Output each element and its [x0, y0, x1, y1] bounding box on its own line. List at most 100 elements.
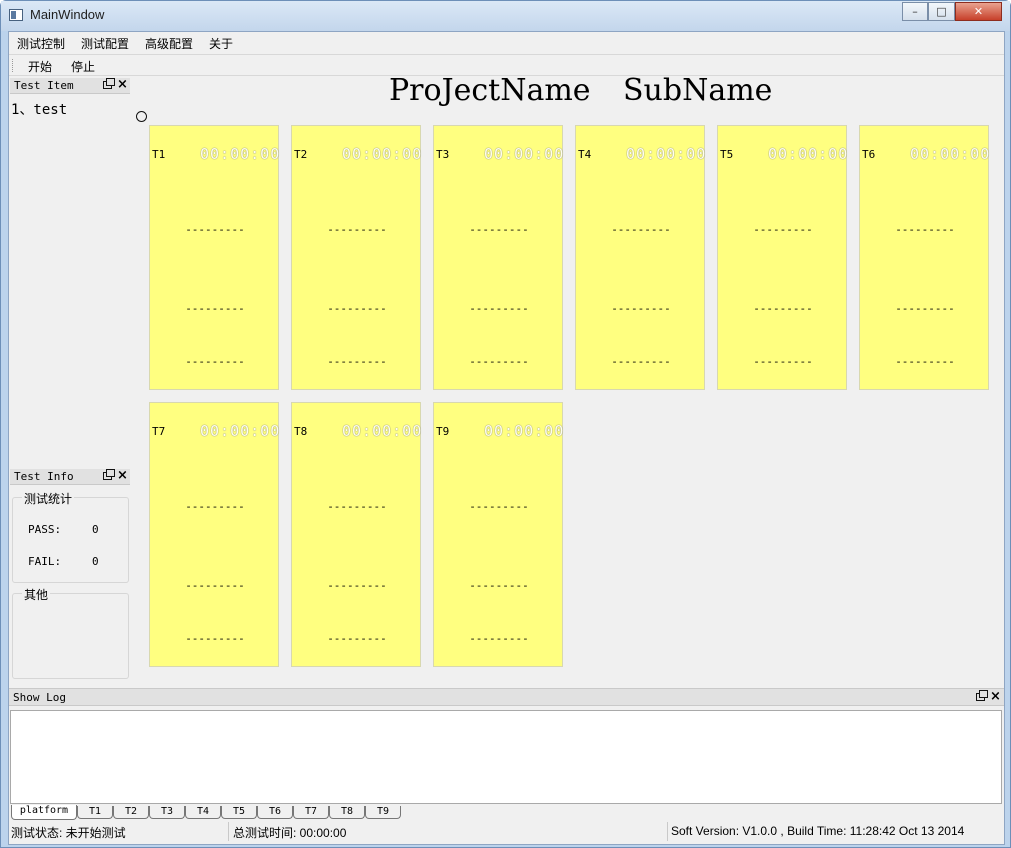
- panel-line-1: ---------: [753, 223, 813, 236]
- menu-test-config[interactable]: 测试配置: [81, 35, 129, 52]
- test-panel-t4: T4 00:00:00 --------- --------- ---------: [575, 125, 705, 390]
- version-info: Soft Version: V1.0.0 , Build Time: 11:28…: [671, 824, 965, 838]
- test-panel-t8: T8 00:00:00 --------- --------- ---------: [291, 402, 421, 667]
- menu-bar: 测试控制 测试配置 高级配置 关于: [9, 32, 1004, 54]
- pass-label: PASS:: [28, 523, 62, 536]
- panel-line-2: ---------: [753, 302, 813, 315]
- app-window-icon: [9, 9, 23, 21]
- log-tabs: platform T1 T2 T3 T4 T5 T6 T7 T8 T9: [9, 804, 1004, 822]
- panel-timer: 00:00:00: [484, 145, 565, 163]
- tab-t2[interactable]: T2: [113, 806, 149, 819]
- panel-line-3: ---------: [327, 632, 387, 645]
- panel-id: T6: [862, 148, 876, 161]
- status-bar: 测试状态: 未开始测试 总测试时间: 00:00:00 Soft Version…: [9, 822, 1004, 842]
- panel-timer: 00:00:00: [910, 145, 991, 163]
- panel-id: T7: [152, 425, 166, 438]
- maximize-button[interactable]: □: [928, 2, 955, 21]
- window-title: MainWindow: [30, 7, 105, 22]
- other-group: 其他: [12, 586, 129, 679]
- test-panel-t9: T9 00:00:00 --------- --------- ---------: [433, 402, 563, 667]
- close-button[interactable]: ✕: [955, 2, 1002, 21]
- panel-id: T8: [294, 425, 308, 438]
- panel-id: T1: [152, 148, 166, 161]
- pass-value: 0: [92, 523, 99, 536]
- panel-line-3: ---------: [753, 355, 813, 368]
- panel-line-1: ---------: [327, 223, 387, 236]
- panel-line-1: ---------: [611, 223, 671, 236]
- title-bar[interactable]: MainWindow – □ ✕: [1, 1, 1010, 31]
- dock-close-icon[interactable]: ×: [117, 468, 128, 483]
- tab-t8[interactable]: T8: [329, 806, 365, 819]
- panel-line-1: ---------: [327, 500, 387, 513]
- test-info-dock-header[interactable]: Test Info ×: [10, 468, 130, 485]
- panel-id: T2: [294, 148, 308, 161]
- panel-line-1: ---------: [185, 500, 245, 513]
- panel-line-3: ---------: [895, 355, 955, 368]
- sub-name: SubName: [623, 73, 773, 108]
- float-icon[interactable]: [103, 78, 115, 89]
- menu-test-control[interactable]: 测试控制: [17, 35, 65, 52]
- panel-timer: 00:00:00: [200, 422, 281, 440]
- panel-line-2: ---------: [469, 579, 529, 592]
- panel-line-2: ---------: [611, 302, 671, 315]
- other-group-title: 其他: [22, 586, 51, 603]
- panel-line-3: ---------: [327, 355, 387, 368]
- status-separator: [228, 822, 229, 841]
- panel-line-3: ---------: [469, 632, 529, 645]
- test-panel-t7: T7 00:00:00 --------- --------- ---------: [149, 402, 279, 667]
- start-button[interactable]: 开始: [28, 58, 52, 75]
- panel-line-2: ---------: [327, 302, 387, 315]
- stats-group-title: 测试统计: [22, 490, 75, 507]
- dock-close-icon[interactable]: ×: [117, 77, 128, 92]
- test-panel-t5: T5 00:00:00 --------- --------- ---------: [717, 125, 847, 390]
- tab-t3[interactable]: T3: [149, 806, 185, 819]
- test-panel-t2: T2 00:00:00 --------- --------- ---------: [291, 125, 421, 390]
- float-icon[interactable]: [103, 469, 115, 480]
- tab-t4[interactable]: T4: [185, 806, 221, 819]
- panel-timer: 00:00:00: [626, 145, 707, 163]
- menu-advanced-config[interactable]: 高级配置: [145, 35, 193, 52]
- panel-line-2: ---------: [185, 302, 245, 315]
- panel-line-3: ---------: [185, 632, 245, 645]
- tab-platform[interactable]: platform: [11, 805, 77, 820]
- log-textarea[interactable]: [10, 710, 1002, 804]
- panel-id: T9: [436, 425, 450, 438]
- test-info-dock-title: Test Info: [14, 470, 74, 483]
- menu-about[interactable]: 关于: [209, 35, 233, 52]
- panel-line-2: ---------: [327, 579, 387, 592]
- tab-t7[interactable]: T7: [293, 806, 329, 819]
- dock-close-icon[interactable]: ×: [990, 689, 1001, 704]
- panel-line-2: ---------: [895, 302, 955, 315]
- test-item-entry[interactable]: 1、test: [11, 99, 67, 119]
- panel-line-1: ---------: [895, 223, 955, 236]
- test-panel-t3: T3 00:00:00 --------- --------- ---------: [433, 125, 563, 390]
- minimize-button[interactable]: –: [902, 2, 928, 21]
- panel-id: T3: [436, 148, 450, 161]
- panel-line-1: ---------: [469, 500, 529, 513]
- panel-line-2: ---------: [185, 579, 245, 592]
- panel-line-1: ---------: [469, 223, 529, 236]
- float-icon[interactable]: [976, 690, 988, 701]
- test-item-dock-header[interactable]: Test Item ×: [10, 77, 130, 94]
- panel-line-3: ---------: [611, 355, 671, 368]
- tab-t1[interactable]: T1: [77, 806, 113, 819]
- panel-timer: 00:00:00: [484, 422, 565, 440]
- test-item-dock-title: Test Item: [14, 79, 74, 92]
- panel-id: T5: [720, 148, 734, 161]
- panel-timer: 00:00:00: [768, 145, 849, 163]
- log-dock-header[interactable]: Show Log ×: [9, 688, 1004, 706]
- panel-line-2: ---------: [469, 302, 529, 315]
- main-window: MainWindow – □ ✕ 测试控制 测试配置 高级配置 关于 开始 停止…: [0, 0, 1011, 848]
- panel-line-1: ---------: [185, 223, 245, 236]
- stop-button[interactable]: 停止: [71, 58, 95, 75]
- tab-t9[interactable]: T9: [365, 806, 401, 819]
- fail-value: 0: [92, 555, 99, 568]
- test-panel-t6: T6 00:00:00 --------- --------- ---------: [859, 125, 989, 390]
- tab-t5[interactable]: T5: [221, 806, 257, 819]
- log-dock-title: Show Log: [13, 691, 66, 704]
- toolbar-grip[interactable]: [12, 59, 14, 72]
- panel-id: T4: [578, 148, 592, 161]
- status-separator: [667, 822, 668, 841]
- client-area: 测试控制 测试配置 高级配置 关于 开始 停止 Test Item × 1、te…: [8, 31, 1005, 845]
- tab-t6[interactable]: T6: [257, 806, 293, 819]
